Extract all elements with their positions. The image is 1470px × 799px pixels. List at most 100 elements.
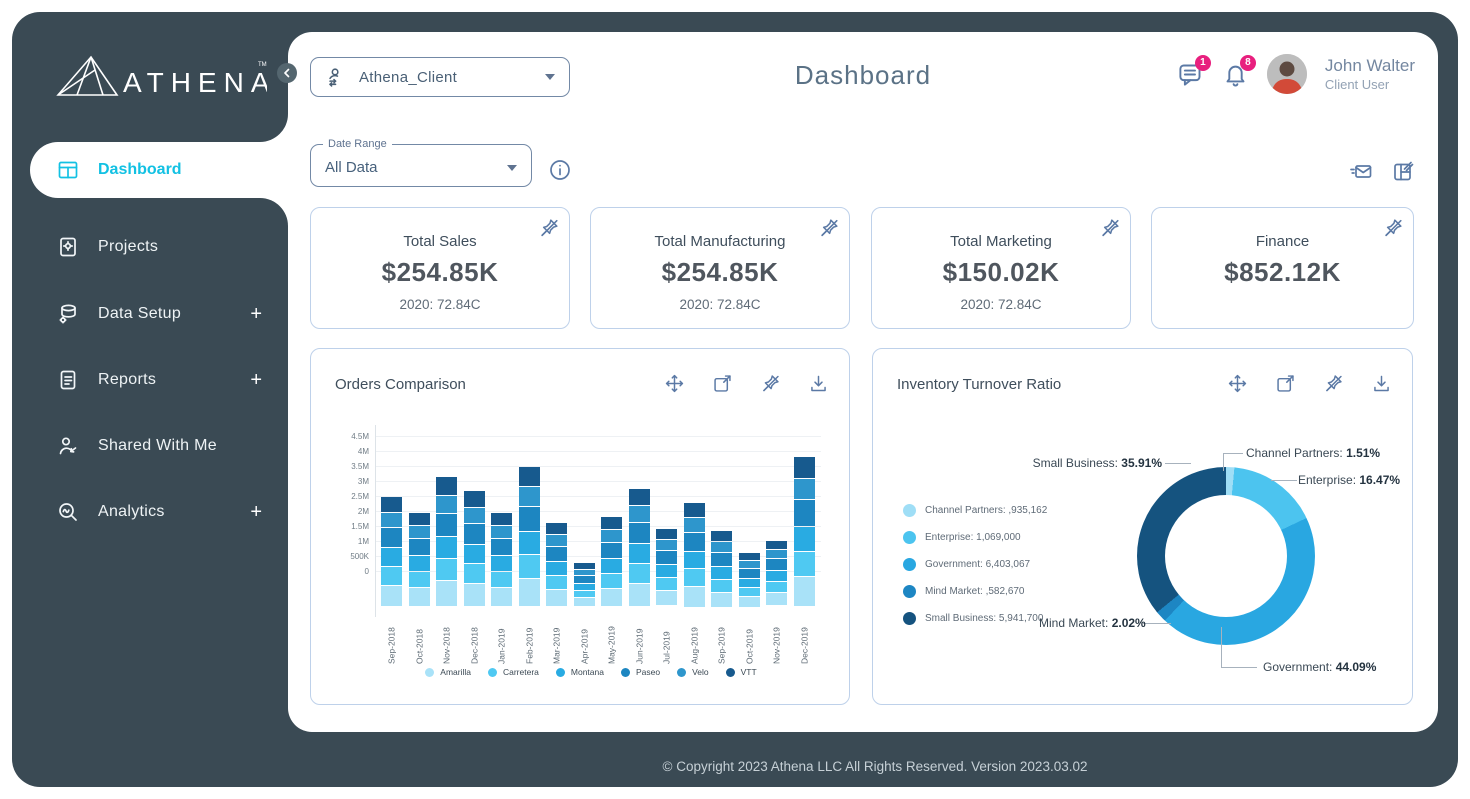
bar-segment [684, 518, 705, 532]
bar-segment [766, 550, 787, 558]
orders-comparison-panel: Orders Comparison 4.5M4M3.5M3M2.5M2M1.5M… [310, 348, 850, 705]
bar-segment [711, 593, 732, 607]
sidebar-item-label: Reports [98, 371, 156, 389]
bar-segment [546, 576, 567, 589]
bar-segment [491, 513, 512, 525]
bar-segment [491, 556, 512, 571]
stat-card-total-marketing: Total Marketing $150.02K 2020: 72.84C [871, 207, 1131, 329]
bar-segment [656, 529, 677, 539]
send-mail-icon[interactable] [1349, 160, 1373, 184]
bar-segment [436, 537, 457, 558]
dashboard-icon [56, 158, 80, 182]
bar-segment [739, 569, 760, 578]
date-range-dropdown[interactable]: Date Range All Data [310, 144, 532, 187]
bar-segment [684, 503, 705, 517]
grid-line [375, 436, 821, 437]
pin-off-icon[interactable] [1323, 373, 1344, 394]
bar-column [711, 531, 732, 607]
legend-dot [677, 668, 686, 677]
bar-segment [601, 559, 622, 573]
bar-segment [409, 588, 430, 606]
avatar[interactable] [1267, 54, 1307, 94]
sidebar-item-analytics[interactable]: Analytics + [30, 487, 288, 537]
fullscreen-icon[interactable] [712, 373, 733, 394]
move-icon[interactable] [1227, 373, 1248, 394]
expand-plus-icon[interactable]: + [250, 501, 262, 524]
bar-column [464, 491, 485, 606]
move-icon[interactable] [664, 373, 685, 394]
bar-segment [739, 561, 760, 568]
bar-segment [546, 562, 567, 575]
notifications-button[interactable]: 8 [1222, 61, 1249, 88]
x-axis-label: Nov-2018 [436, 612, 457, 664]
bar-segment [409, 513, 430, 525]
download-icon[interactable] [808, 373, 829, 394]
donut-legend-label: Mind Market: ,582,670 [925, 586, 1025, 597]
athena-logo: ATHENA TM [55, 52, 267, 102]
brand-name: ATHENA [123, 67, 267, 98]
info-icon[interactable] [548, 158, 572, 182]
bar-segment [519, 467, 540, 486]
bar-segment [436, 559, 457, 580]
bar-segment [519, 555, 540, 578]
main-content: Athena_Client Dashboard 1 8 [288, 32, 1438, 732]
bar-segment [464, 508, 485, 523]
legend-label: Amarilla [440, 667, 471, 677]
pin-off-icon[interactable] [1382, 217, 1404, 239]
callout-line [1165, 463, 1191, 464]
pin-off-icon[interactable] [760, 373, 781, 394]
sidebar-collapse-button[interactable] [277, 63, 297, 83]
x-axis-label: Nov-2019 [766, 612, 787, 664]
bar-segment [739, 588, 760, 596]
edit-dashboard-icon[interactable] [1391, 160, 1415, 184]
callout-channel-partners: Channel Partners1.51% [1246, 446, 1380, 460]
callout-enterprise: Enterprise16.47% [1298, 473, 1400, 487]
callout-mind-market: Mind Market2.02% [1039, 616, 1146, 630]
y-axis-tick-label: 4.5M [319, 432, 369, 441]
bar-segment [739, 579, 760, 587]
panel-toolbar [1227, 373, 1392, 394]
sidebar-item-data-setup[interactable]: Data Setup + [30, 289, 288, 339]
chevron-down-icon [507, 165, 517, 171]
pin-off-icon[interactable] [538, 217, 560, 239]
sidebar-item-shared-with-me[interactable]: Shared With Me [30, 421, 288, 471]
panel-title: Orders Comparison [335, 376, 466, 393]
bar-segment [464, 524, 485, 544]
bar-segment [766, 571, 787, 581]
pin-off-icon[interactable] [818, 217, 840, 239]
bar-segment [409, 572, 430, 587]
download-icon[interactable] [1371, 373, 1392, 394]
bar-segment [546, 535, 567, 546]
bar-segment [381, 528, 402, 547]
sidebar-item-label: Shared With Me [98, 437, 217, 455]
panel-title: Inventory Turnover Ratio [897, 376, 1061, 393]
x-axis-label: Dec-2018 [464, 612, 485, 664]
bar-segment [381, 513, 402, 527]
fullscreen-icon[interactable] [1275, 373, 1296, 394]
inventory-turnover-panel: Inventory Turnover Ratio Channel Partner… [872, 348, 1413, 705]
x-axis-label: Feb-2019 [519, 612, 540, 664]
bar-segment [794, 552, 815, 576]
expand-plus-icon[interactable]: + [250, 303, 262, 326]
bar-segment [491, 588, 512, 606]
bar-segment [794, 527, 815, 551]
x-axis-label: Dec-2019 [794, 612, 815, 664]
legend-item: Montana [556, 667, 604, 677]
reports-icon [56, 368, 80, 392]
bar-column [601, 517, 622, 606]
sidebar-item-reports[interactable]: Reports + [30, 355, 288, 405]
stat-card-subtitle: 2020: 72.84C [960, 297, 1041, 312]
messages-button[interactable]: 1 [1177, 61, 1204, 88]
orders-comparison-chart[interactable]: 4.5M4M3.5M3M2.5M2M1.5M1M500K0Sep-2018Oct… [311, 409, 851, 706]
stat-card-title: Finance [1256, 233, 1309, 250]
messages-badge: 1 [1195, 55, 1211, 71]
donut-legend-item: Mind Market: ,582,670 [903, 585, 1025, 598]
sidebar-item-projects[interactable]: Projects [30, 222, 288, 272]
notifications-badge: 8 [1240, 55, 1256, 71]
bar-segment [656, 591, 677, 605]
expand-plus-icon[interactable]: + [250, 369, 262, 392]
sidebar-item-dashboard[interactable]: Dashboard [30, 142, 288, 198]
bar-segment [491, 526, 512, 538]
bar-segment [381, 548, 402, 566]
pin-off-icon[interactable] [1099, 217, 1121, 239]
